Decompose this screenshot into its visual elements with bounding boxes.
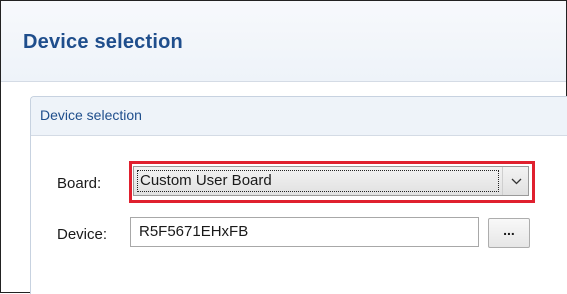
section-header: Device selection [31,97,567,136]
device-label: Device: [57,226,108,243]
browse-device-button[interactable]: ... [488,218,530,248]
page-title: Device selection [23,31,183,53]
board-dropdown-value: Custom User Board [137,170,499,192]
chevron-down-icon [511,178,522,185]
device-input[interactable]: R5F5671EHxFB [130,217,479,247]
section-title: Device selection [40,107,142,123]
page-header: Device selection [1,1,566,82]
board-label: Board: [57,175,102,192]
board-dropdown[interactable]: Custom User Board [133,166,529,196]
dropdown-arrow-button[interactable] [502,167,529,195]
